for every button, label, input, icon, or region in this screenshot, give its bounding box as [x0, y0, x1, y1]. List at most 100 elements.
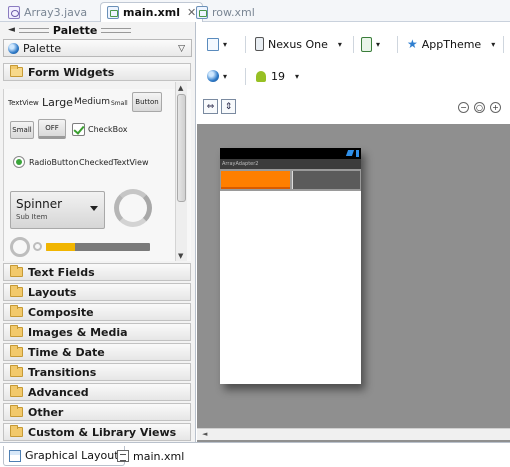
device-preview[interactable]: ArrayAdapter2	[220, 148, 361, 384]
globe-icon	[207, 70, 219, 82]
widget-progress-small[interactable]	[33, 242, 42, 251]
zoom-out-icon[interactable]: −	[458, 102, 469, 113]
section-label: Layouts	[28, 285, 77, 299]
folder-open-icon	[10, 65, 23, 77]
palette-header: ◄ Palette	[0, 22, 196, 38]
progress-fill	[46, 243, 76, 251]
java-file-icon	[8, 5, 20, 19]
tab-label: main.xml	[133, 449, 185, 463]
zoom-reset-icon[interactable]: ○	[474, 102, 485, 113]
tab-main-xml-source[interactable]: main.xml	[112, 446, 189, 466]
theme-label: AppTheme	[421, 37, 482, 51]
tab-array3-java[interactable]: Array3.java	[2, 2, 93, 22]
folder-icon	[10, 365, 23, 377]
preview-tab-selected[interactable]	[221, 171, 290, 189]
section-label: Composite	[28, 305, 94, 319]
chevron-down-icon: ▾	[491, 39, 496, 49]
section-label: Images & Media	[28, 325, 128, 339]
toolbar-separator	[397, 36, 398, 53]
widget-small-button[interactable]: Small	[10, 121, 34, 139]
folder-icon	[10, 405, 23, 417]
theme-star-icon: ★	[407, 37, 418, 51]
widget-progress-horizontal[interactable]	[46, 243, 150, 251]
folder-icon	[10, 305, 23, 317]
fit-width-button[interactable]: ⇔	[203, 99, 218, 114]
tab-label: Graphical Layout	[25, 449, 119, 462]
widget-large-text[interactable]: Large	[42, 96, 73, 109]
layout-config-dropdown[interactable]: ▾	[207, 30, 227, 58]
tab-row-xml[interactable]: row.xml	[190, 2, 261, 22]
tab-label: row.xml	[212, 5, 255, 19]
device-dropdown[interactable]: Nexus One ▾	[255, 30, 342, 58]
folder-icon	[10, 285, 23, 297]
widget-toggle-button[interactable]: OFF	[38, 119, 66, 139]
chevron-down-icon: ▾	[337, 39, 342, 49]
orientation-dropdown[interactable]: ▾	[361, 30, 380, 58]
widget-spinner[interactable]: Spinner Sub Item	[10, 191, 105, 229]
toolbar-separator	[245, 68, 246, 85]
tab-main-xml[interactable]: main.xml ✕	[100, 2, 204, 22]
chevron-down-icon: ▾	[295, 71, 300, 81]
section-advanced[interactable]: Advanced	[3, 383, 191, 401]
layout-toolbar-row-3: ⇔ ⇕ − ○ +	[197, 94, 510, 122]
scroll-left-icon[interactable]: ◄	[202, 430, 207, 438]
tab-label: Array3.java	[24, 5, 88, 19]
header-grip	[18, 27, 49, 33]
section-label: Transitions	[28, 365, 97, 379]
xml-source-icon	[117, 450, 129, 462]
folder-icon	[10, 345, 23, 357]
section-transitions[interactable]: Transitions	[3, 363, 191, 381]
widget-textview[interactable]: TextView	[8, 99, 39, 107]
widget-medium-text[interactable]: Medium	[74, 97, 110, 107]
zoom-in-icon[interactable]: +	[490, 102, 501, 113]
widget-checkbox[interactable]: CheckBox	[88, 125, 127, 134]
locale-dropdown[interactable]: ▾	[207, 62, 227, 90]
section-other[interactable]: Other	[3, 403, 191, 421]
toolbar-separator	[353, 36, 354, 53]
theme-dropdown[interactable]: ★ AppTheme ▾	[407, 30, 495, 58]
section-layouts[interactable]: Layouts	[3, 283, 191, 301]
widget-progress-large[interactable]	[114, 189, 152, 227]
layout-toolbar-row-1: ▾ Nexus One ▾ ▾ ★ AppTheme ▾	[197, 30, 510, 58]
app-action-bar: ArrayAdapter2	[220, 159, 361, 169]
device-status-bar	[220, 148, 361, 159]
chevron-down-icon: ▾	[376, 39, 381, 49]
fit-height-button[interactable]: ⇕	[221, 99, 236, 114]
scroll-down-icon[interactable]: ▼	[178, 252, 183, 260]
folder-icon	[10, 385, 23, 397]
palette-scrollbar[interactable]: ▲ ▼	[175, 82, 187, 261]
preview-tab-unselected[interactable]	[292, 171, 360, 189]
widget-checked-textview[interactable]: CheckedTextView	[79, 158, 149, 167]
section-custom-library-views[interactable]: Custom & Library Views	[3, 423, 191, 441]
scroll-up-icon[interactable]: ▲	[178, 84, 183, 92]
canvas-horizontal-scrollbar[interactable]: ◄	[197, 428, 510, 440]
palette-icon	[8, 42, 19, 54]
section-time-date[interactable]: Time & Date	[3, 343, 191, 361]
chevron-down-icon: ▽	[178, 44, 185, 54]
layout-config-icon	[207, 37, 219, 51]
spinner-subtitle: Sub Item	[16, 213, 48, 221]
layout-canvas[interactable]: ArrayAdapter2	[197, 124, 510, 442]
scrollbar-thumb[interactable]	[177, 94, 186, 202]
section-composite[interactable]: Composite	[3, 303, 191, 321]
widget-progress-normal[interactable]	[10, 237, 30, 257]
widget-small-text[interactable]: Small	[111, 100, 128, 107]
section-label: Form Widgets	[28, 65, 115, 79]
tab-graphical-layout[interactable]: Graphical Layout	[3, 446, 125, 466]
chevron-down-icon: ▾	[223, 71, 228, 81]
api-level-label: 19	[271, 69, 285, 83]
palette-panel: ◄ Palette Palette ▽ Form Widgets TextVie…	[0, 22, 196, 442]
section-text-fields[interactable]: Text Fields	[3, 263, 191, 281]
preview-tab-row[interactable]	[220, 169, 361, 191]
section-images-media[interactable]: Images & Media	[3, 323, 191, 341]
spinner-title: Spinner	[16, 197, 63, 211]
widget-button[interactable]: Button	[132, 92, 162, 112]
section-label: Time & Date	[28, 345, 105, 359]
palette-mode-dropdown[interactable]: Palette ▽	[3, 39, 192, 57]
xml-layout-file-icon	[107, 6, 119, 19]
folder-icon	[10, 265, 23, 277]
api-level-dropdown[interactable]: 19 ▾	[255, 62, 299, 90]
collapse-palette-icon[interactable]: ◄	[8, 25, 15, 35]
widget-radiobutton[interactable]: RadioButton	[29, 158, 78, 167]
section-form-widgets[interactable]: Form Widgets	[3, 63, 191, 81]
